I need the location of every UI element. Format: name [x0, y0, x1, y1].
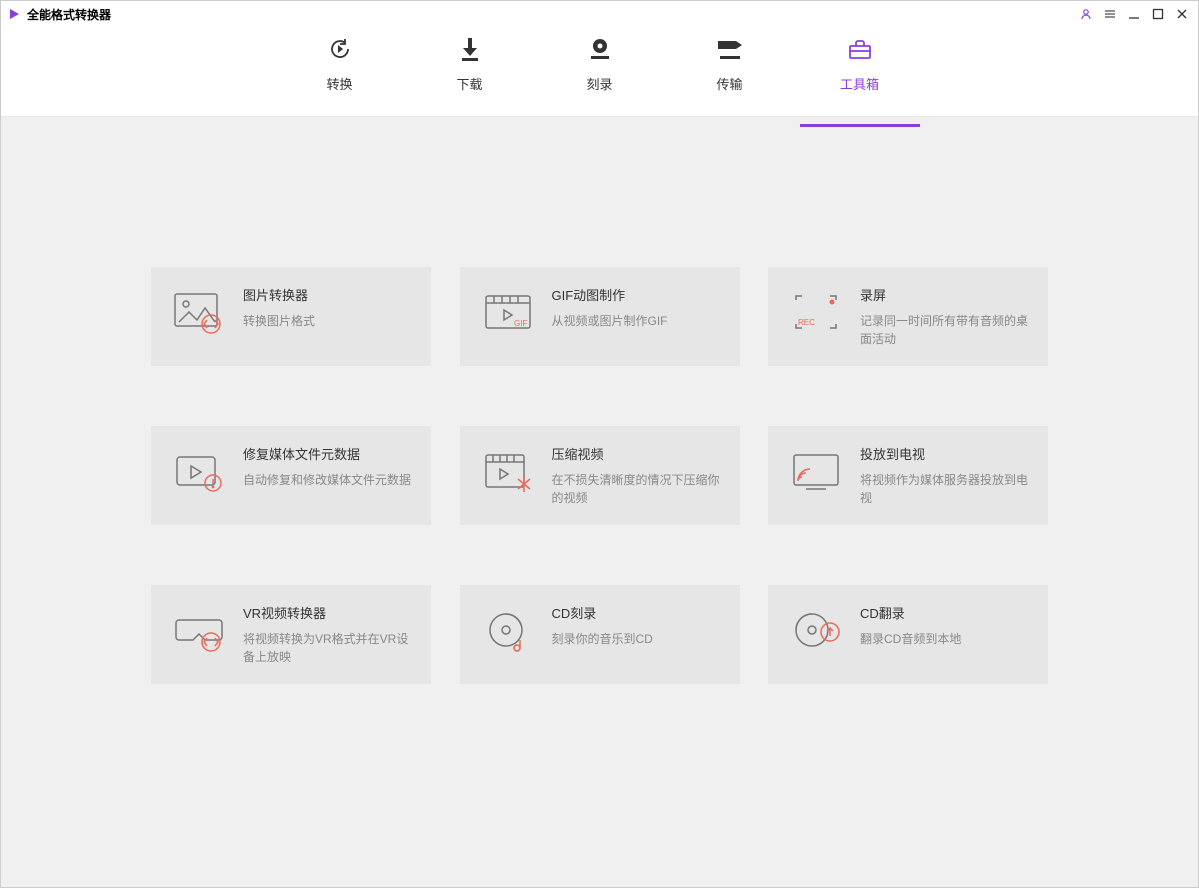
- card-desc: 从视频或图片制作GIF: [552, 312, 724, 330]
- card-title: CD翻录: [860, 603, 1032, 622]
- cast-to-tv-icon: [784, 444, 848, 500]
- minimize-button[interactable]: [1124, 4, 1144, 24]
- nav-download[interactable]: 下载: [440, 34, 500, 109]
- svg-text:REC: REC: [798, 318, 815, 327]
- card-title: 录屏: [860, 285, 1032, 304]
- vr-converter-icon: [167, 603, 231, 659]
- card-desc: 将视频作为媒体服务器投放到电视: [860, 471, 1032, 507]
- tool-cd-burn[interactable]: CD刻录 刻录你的音乐到CD: [460, 585, 740, 684]
- menu-icon[interactable]: [1100, 4, 1120, 24]
- card-desc: 转换图片格式: [243, 312, 415, 330]
- card-title: 修复媒体文件元数据: [243, 444, 415, 463]
- card-title: 投放到电视: [860, 444, 1032, 463]
- tool-vr-converter[interactable]: VR视频转换器 将视频转换为VR格式并在VR设备上放映: [151, 585, 431, 684]
- screen-recorder-icon: REC: [784, 285, 848, 341]
- card-desc: 将视频转换为VR格式并在VR设备上放映: [243, 630, 415, 666]
- tool-cd-rip[interactable]: CD翻录 翻录CD音频到本地: [768, 585, 1048, 684]
- tool-gif-maker[interactable]: GIF GIF动图制作 从视频或图片制作GIF: [460, 267, 740, 366]
- maximize-button[interactable]: [1148, 4, 1168, 24]
- nav-transfer[interactable]: 传输: [700, 34, 760, 109]
- card-title: 压缩视频: [552, 444, 724, 463]
- nav-label: 下载: [456, 74, 482, 93]
- convert-icon: [327, 34, 353, 64]
- nav-label: 传输: [716, 74, 742, 93]
- card-desc: 记录同一时间所有带有音频的桌面活动: [860, 312, 1032, 348]
- gif-maker-icon: GIF: [476, 285, 540, 341]
- nav-convert[interactable]: 转换: [310, 34, 370, 109]
- tools-grid: 图片转换器 转换图片格式 GIF GIF动图制作 从视频或图片制作GIF: [151, 267, 1048, 684]
- card-desc: 翻录CD音频到本地: [860, 630, 1032, 648]
- card-title: GIF动图制作: [552, 285, 724, 304]
- close-button[interactable]: [1172, 4, 1192, 24]
- app-title: 全能格式转换器: [27, 6, 111, 23]
- tool-compress-video[interactable]: 压缩视频 在不损失清晰度的情况下压缩你的视频: [460, 426, 740, 525]
- image-converter-icon: [167, 285, 231, 341]
- fix-metadata-icon: [167, 444, 231, 500]
- card-desc: 自动修复和修改媒体文件元数据: [243, 471, 415, 489]
- toolbox-icon: [847, 34, 873, 64]
- card-desc: 在不损失清晰度的情况下压缩你的视频: [552, 471, 724, 507]
- card-title: VR视频转换器: [243, 603, 415, 622]
- tool-image-converter[interactable]: 图片转换器 转换图片格式: [151, 267, 431, 366]
- nav-label: 转换: [326, 74, 352, 93]
- nav-label: 工具箱: [840, 74, 879, 93]
- tool-fix-metadata[interactable]: 修复媒体文件元数据 自动修复和修改媒体文件元数据: [151, 426, 431, 525]
- app-window: 全能格式转换器 转换: [0, 0, 1199, 888]
- main-nav: 转换 下载 刻录: [1, 27, 1198, 117]
- nav-toolbox[interactable]: 工具箱: [830, 34, 890, 109]
- compress-video-icon: [476, 444, 540, 500]
- card-title: CD刻录: [552, 603, 724, 622]
- card-desc: 刻录你的音乐到CD: [552, 630, 724, 648]
- content-area: 图片转换器 转换图片格式 GIF GIF动图制作 从视频或图片制作GIF: [1, 117, 1198, 887]
- download-icon: [459, 34, 481, 64]
- cd-rip-icon: [784, 603, 848, 659]
- svg-text:GIF: GIF: [514, 319, 527, 328]
- tool-screen-recorder[interactable]: REC 录屏 记录同一时间所有带有音频的桌面活动: [768, 267, 1048, 366]
- user-icon[interactable]: [1076, 4, 1096, 24]
- app-logo-icon: [7, 7, 21, 21]
- card-title: 图片转换器: [243, 285, 415, 304]
- burn-icon: [587, 34, 613, 64]
- transfer-icon: [716, 34, 744, 64]
- nav-label: 刻录: [586, 74, 612, 93]
- nav-burn[interactable]: 刻录: [570, 34, 630, 109]
- cd-burn-icon: [476, 603, 540, 659]
- titlebar: 全能格式转换器: [1, 1, 1198, 27]
- tool-cast-to-tv[interactable]: 投放到电视 将视频作为媒体服务器投放到电视: [768, 426, 1048, 525]
